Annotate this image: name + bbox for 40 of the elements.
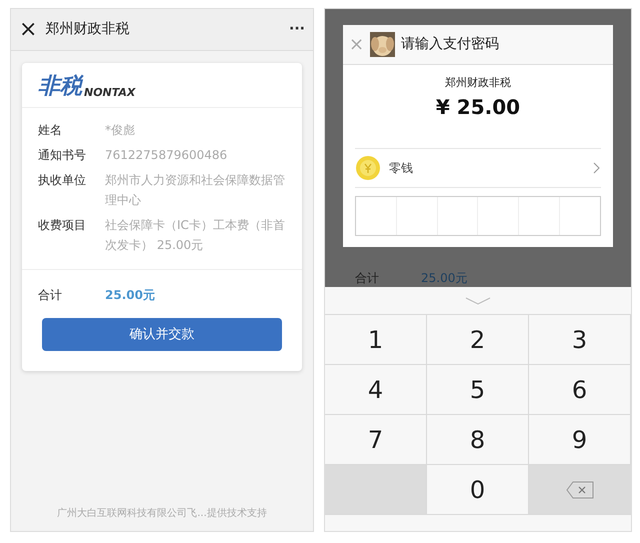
payment-method-row[interactable]: 零钱	[355, 148, 601, 188]
total-amount: 25.00元	[421, 270, 468, 287]
logo-text: NONTAX	[84, 87, 136, 98]
keypad-key[interactable]: 8	[427, 415, 529, 465]
keypad-key[interactable]: 0	[427, 465, 529, 515]
keypad-key[interactable]: 1	[325, 315, 427, 365]
chevron-right-icon	[593, 162, 601, 174]
page-title: 郑州财政非税	[45, 20, 130, 39]
backspace-key[interactable]	[529, 465, 631, 515]
field-label: 通知书号	[38, 147, 87, 164]
payment-method: 零钱	[389, 160, 414, 176]
field-label: 姓名	[38, 122, 63, 139]
keypad-key[interactable]: 7	[325, 415, 427, 465]
confirm-button[interactable]: 确认并交款	[42, 318, 282, 351]
keypad-key[interactable]: 5	[427, 365, 529, 415]
keypad-key[interactable]: 4	[325, 365, 427, 415]
logo-mark: 非税	[38, 76, 82, 98]
field-value: 郑州市人力资源和社会保障数据管理中心	[105, 172, 286, 209]
field-value: *俊彪	[105, 122, 135, 139]
field-value: 7612275879600486	[105, 147, 228, 164]
field-label: 执收单位	[38, 172, 87, 189]
footer-text: 广州大白互联网科技有限公司飞...提供技术支持	[56, 506, 268, 521]
keypad-key[interactable]: 6	[529, 365, 631, 415]
total-label: 合计	[355, 270, 380, 287]
total-amount: 25.00元	[105, 287, 155, 304]
coin-icon	[355, 154, 381, 180]
keypad-key[interactable]: 9	[529, 415, 631, 465]
backspace-icon	[565, 480, 595, 500]
more-button[interactable]: ···	[289, 19, 305, 40]
total-label: 合计	[38, 287, 63, 304]
dialog-title: 请输入支付密码	[401, 35, 500, 54]
chevron-down-icon[interactable]	[465, 296, 491, 304]
field-value: 社会保障卡（IC卡）工本费（非首次发卡） 25.00元	[105, 217, 286, 254]
payee-name: 郑州财政非税	[444, 75, 512, 91]
field-label: 收费项目	[38, 217, 87, 234]
keypad-key[interactable]: 2	[427, 315, 529, 365]
payment-amount: ¥ 25.00	[434, 94, 522, 120]
close-button[interactable]: ×	[19, 18, 38, 40]
keypad-key[interactable]: 3	[529, 315, 631, 365]
password-field[interactable]	[355, 196, 601, 236]
